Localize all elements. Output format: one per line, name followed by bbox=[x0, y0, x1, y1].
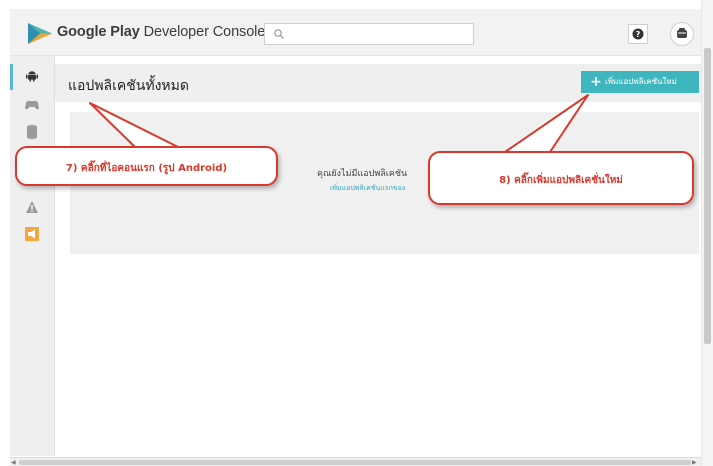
scroll-left-arrow-icon[interactable]: ◀ bbox=[11, 459, 16, 466]
callout-step-8-text: 8) คลิ๊กเพิ่มแอปพลิเคชั่นใหม่ bbox=[499, 175, 623, 186]
add-new-app-button[interactable]: + เพิ่มแอปพลิเคชันใหม่ bbox=[581, 71, 699, 93]
left-sidebar bbox=[10, 56, 55, 456]
sidebar-item-announcements[interactable] bbox=[21, 224, 43, 246]
page-title: แอปพลิเคชันทั้งหมด bbox=[68, 78, 189, 94]
warning-icon bbox=[26, 201, 38, 213]
svg-text:?: ? bbox=[636, 30, 641, 39]
callout-step-7-text: 7) คลิ๊กที่ไอคอนแรก (รูป Android) bbox=[65, 163, 228, 174]
top-bar: Google Play Developer Console ? bbox=[10, 9, 713, 56]
horizontal-scrollbar[interactable]: ◀ ▶ bbox=[10, 457, 701, 466]
sidebar-item-all-apps[interactable] bbox=[10, 64, 54, 90]
empty-state-message: คุณยังไม่มีแอปพลิเคชัน bbox=[317, 169, 408, 179]
console-window: Google Play Developer Console ? แอปพลิเค… bbox=[10, 9, 713, 466]
question-mark-icon: ? bbox=[632, 28, 644, 40]
callout-step-8: 8) คลิ๊กเพิ่มแอปพลิเคชั่นใหม่ bbox=[428, 151, 694, 205]
search-icon bbox=[274, 29, 284, 39]
android-icon bbox=[26, 71, 38, 82]
brand-rest: Developer Console bbox=[139, 24, 266, 40]
brand-bold: Google Play bbox=[57, 24, 140, 40]
sidebar-item-alerts[interactable] bbox=[21, 196, 43, 218]
vertical-scrollbar[interactable] bbox=[701, 0, 713, 466]
scroll-right-arrow-icon[interactable]: ▶ bbox=[692, 459, 697, 466]
plus-icon: + bbox=[590, 74, 602, 90]
gamepad-icon bbox=[25, 100, 39, 110]
account-avatar-icon bbox=[677, 28, 687, 38]
sidebar-item-games[interactable] bbox=[21, 94, 43, 116]
horizontal-scroll-thumb[interactable] bbox=[19, 460, 691, 465]
help-button[interactable]: ? bbox=[628, 24, 648, 44]
app-title[interactable]: Google Play Developer Console bbox=[57, 24, 265, 40]
announcement-icon bbox=[25, 227, 39, 241]
database-icon bbox=[27, 125, 37, 139]
search-input[interactable] bbox=[264, 23, 474, 45]
play-logo-icon[interactable] bbox=[28, 23, 52, 44]
sidebar-item-reports[interactable] bbox=[21, 122, 43, 144]
vertical-scroll-thumb[interactable] bbox=[704, 48, 711, 344]
add-new-app-label: เพิ่มแอปพลิเคชันใหม่ bbox=[605, 77, 677, 86]
account-button[interactable] bbox=[670, 22, 694, 46]
add-first-app-link[interactable]: เพิ่มแอปพลิเคชันแรกของ bbox=[330, 183, 405, 194]
callout-step-7: 7) คลิ๊กที่ไอคอนแรก (รูป Android) bbox=[15, 146, 278, 186]
page-header: แอปพลิเคชันทั้งหมด + เพิ่มแอปพลิเคชันใหม… bbox=[55, 64, 705, 102]
